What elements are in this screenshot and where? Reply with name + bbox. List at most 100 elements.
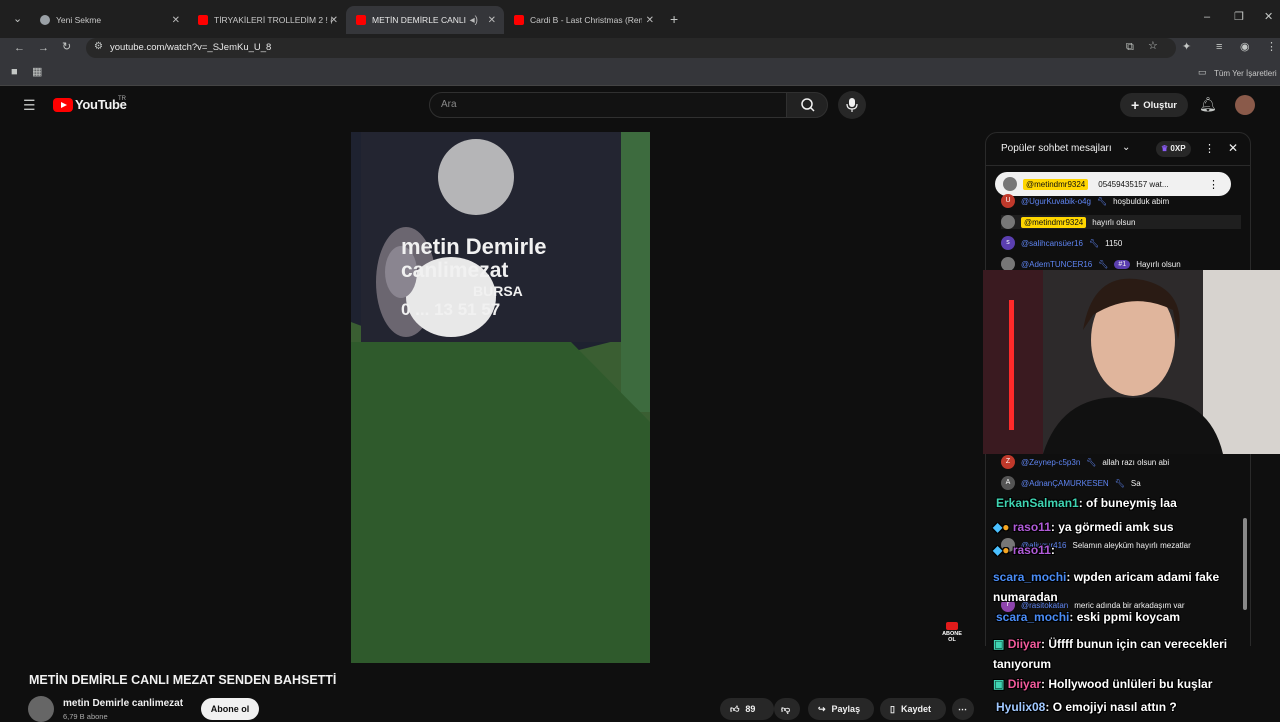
overlay-badge-icon: ◆ [993, 520, 1003, 534]
overlay-chat-line: ▣ Diiyar: Üffff bunun için can verecekle… [993, 634, 1245, 674]
chat-close-icon[interactable]: ✕ [1228, 141, 1238, 155]
chat-author[interactable]: @Zeynep-c5p3n [1021, 458, 1080, 467]
channel-name[interactable]: metin Demirle canlimezat [63, 698, 183, 709]
search-button[interactable] [786, 92, 828, 118]
chat-message: @metindmr9324 hayırlı olsun [1001, 215, 1241, 229]
thumbs-down-icon: 👎︎ [781, 703, 791, 714]
install-icon[interactable]: ⧉ [1126, 42, 1134, 53]
youtube-logo[interactable]: YouTube [53, 97, 127, 112]
tab-search-icon[interactable]: ⌄ [13, 14, 22, 25]
more-actions-button[interactable]: ⋯ [952, 698, 974, 720]
speaker-icon[interactable]: ◂) [470, 15, 478, 26]
chat-avatar: U [1001, 194, 1015, 208]
wrench-icon: 🔧︎ [1098, 259, 1109, 269]
close-icon[interactable]: ✕ [330, 15, 338, 26]
tab-cardi-b[interactable]: Cardi B - Last Christmas (Remi ✕ [504, 6, 662, 34]
account-avatar[interactable] [1235, 95, 1255, 115]
youtube-favicon-icon [356, 15, 366, 25]
points-badge[interactable]: ♛ 0XP [1156, 141, 1191, 157]
all-bookmarks-label[interactable]: Tüm Yer İşaretleri [1214, 69, 1277, 78]
overlay-text: : Hollywood ünlüleri bu kuşlar [1041, 677, 1213, 691]
media-icon[interactable]: ≡ [1216, 42, 1222, 53]
chevron-down-icon[interactable]: ⌄ [1122, 142, 1130, 153]
bookmark-icon: ▯ [890, 703, 895, 714]
forward-icon[interactable]: → [38, 43, 49, 54]
wrench-icon: 🔧︎ [1114, 478, 1125, 488]
pinned-text: 05459435157 wat... [1098, 179, 1169, 189]
overlay-chat-line: scara_mochi: eski ppmi koycam [996, 610, 1180, 624]
save-button[interactable]: ▯ Kaydet [880, 698, 946, 720]
plus-icon: + [1131, 97, 1140, 113]
region-code: TR [118, 96, 126, 102]
youtube-favicon-icon [198, 15, 208, 25]
create-button[interactable]: + Oluştur [1120, 93, 1188, 117]
chat-author[interactable]: @AdnanÇAMURKESEN [1021, 479, 1109, 488]
restore-icon[interactable]: ❐ [1234, 12, 1244, 23]
star-icon[interactable]: ☆ [1148, 41, 1158, 52]
overlay-badge-icon: ● [1002, 520, 1010, 534]
close-icon[interactable]: ✕ [646, 15, 654, 26]
pinned-more-icon[interactable]: ⋮ [1208, 178, 1219, 191]
close-icon[interactable]: ✕ [172, 15, 180, 26]
overlay-chat-line: scara_mochi: wpden aricam adami fake num… [993, 567, 1245, 607]
chat-header: Popüler sohbet mesajları ⌄ ♛ 0XP ⋮ ✕ [985, 132, 1251, 166]
back-icon[interactable]: ← [14, 43, 25, 54]
close-icon[interactable]: ✕ [488, 15, 496, 26]
chat-more-icon[interactable]: ⋮ [1204, 142, 1215, 155]
hamburger-menu-icon[interactable]: ☰ [23, 98, 36, 112]
pinned-message[interactable]: @metindmr9324 05459435157 wat... ⋮ [995, 172, 1231, 196]
dislike-button[interactable]: 👎︎ [774, 698, 800, 720]
tab-label: Yeni Sekme [56, 15, 102, 25]
chat-text: Hayırlı olsun [1136, 259, 1181, 269]
like-button[interactable]: 👍︎ 89 [720, 698, 774, 720]
share-button[interactable]: ↪ Paylaş [808, 698, 874, 720]
site-info-icon[interactable]: ⚙ [94, 42, 103, 52]
subscribe-button[interactable]: Abone ol [201, 698, 259, 720]
tab-new[interactable]: Yeni Sekme ✕ [30, 6, 188, 34]
tab-tiryaki[interactable]: TİRYAKİLERİ TROLLEDİM 2 ! (% ✕ [188, 6, 346, 34]
microphone-icon [846, 98, 858, 112]
bell-icon[interactable]: 🔔︎ [1199, 97, 1217, 111]
video-player[interactable]: metin Demirle canlimezat BURSA 0 ... 13 … [351, 132, 650, 663]
folder-icon[interactable]: ▭ [1198, 68, 1207, 77]
overlay-badge-icon: ▣ [993, 637, 1005, 651]
rank-badge: #1 [1114, 259, 1131, 269]
overlay-author: Diiyar [1007, 677, 1042, 691]
share-label: Paylaş [831, 704, 861, 714]
overlay-chat-line: ◆● raso11: ya görmedi amk sus [993, 520, 1174, 534]
chat-mode-dropdown[interactable]: Popüler sohbet mesajları [1001, 143, 1112, 154]
banner-line-1: metin Demirle [401, 234, 547, 259]
overlay-author: scara_mochi [996, 610, 1070, 624]
overlay-chat-line: ErkanSalman1: of buneymiş laa [996, 496, 1177, 510]
chat-author[interactable]: @UgurKuvabik-o4g [1021, 197, 1091, 206]
channel-avatar[interactable] [28, 696, 54, 722]
tab-metin-active[interactable]: METİN DEMİRLE CANLI ME ◂) ✕ [346, 6, 504, 34]
menu-icon[interactable]: ⋮ [1266, 42, 1277, 53]
chat-author[interactable]: @metindmr9324 [1021, 216, 1087, 228]
overlay-badge-icon: ▣ [993, 677, 1005, 691]
chat-avatar: A [1001, 476, 1015, 490]
tab-strip-icon[interactable]: ■ [11, 67, 18, 78]
chrome-icon [40, 15, 50, 25]
tab-label: TİRYAKİLERİ TROLLEDİM 2 ! (% [214, 15, 332, 25]
youtube-play-icon [53, 97, 73, 112]
minimize-icon[interactable]: – [1204, 12, 1210, 23]
reload-icon[interactable]: ↻ [62, 42, 71, 53]
voice-search-button[interactable] [838, 91, 866, 119]
overlay-chat-line: ◆● raso11: [993, 543, 1055, 557]
youtube-favicon-icon [514, 15, 524, 25]
chat-author[interactable]: @salihcansüer16 [1021, 239, 1083, 248]
address-bar[interactable]: ⚙ youtube.com/watch?v=_SJemKu_U_8 ⧉ ☆ [86, 38, 1176, 58]
search-input[interactable]: Ara [429, 92, 787, 118]
pinned-author: @metindmr9324 [1023, 178, 1089, 190]
chat-author[interactable]: @AdemTUNCER16 [1021, 260, 1092, 269]
chat-text: hoşbulduk abim [1113, 196, 1170, 206]
new-tab-icon[interactable]: + [670, 12, 678, 26]
save-label: Kaydet [900, 704, 931, 714]
profile-icon[interactable]: ◉ [1240, 42, 1250, 53]
window-close-icon[interactable]: ✕ [1264, 12, 1273, 23]
wrench-icon: 🔧︎ [1088, 238, 1100, 248]
extensions-icon[interactable]: ✦ [1182, 42, 1191, 53]
grid-icon[interactable]: ▦ [32, 67, 42, 78]
crown-icon: ♛ [1161, 144, 1169, 153]
